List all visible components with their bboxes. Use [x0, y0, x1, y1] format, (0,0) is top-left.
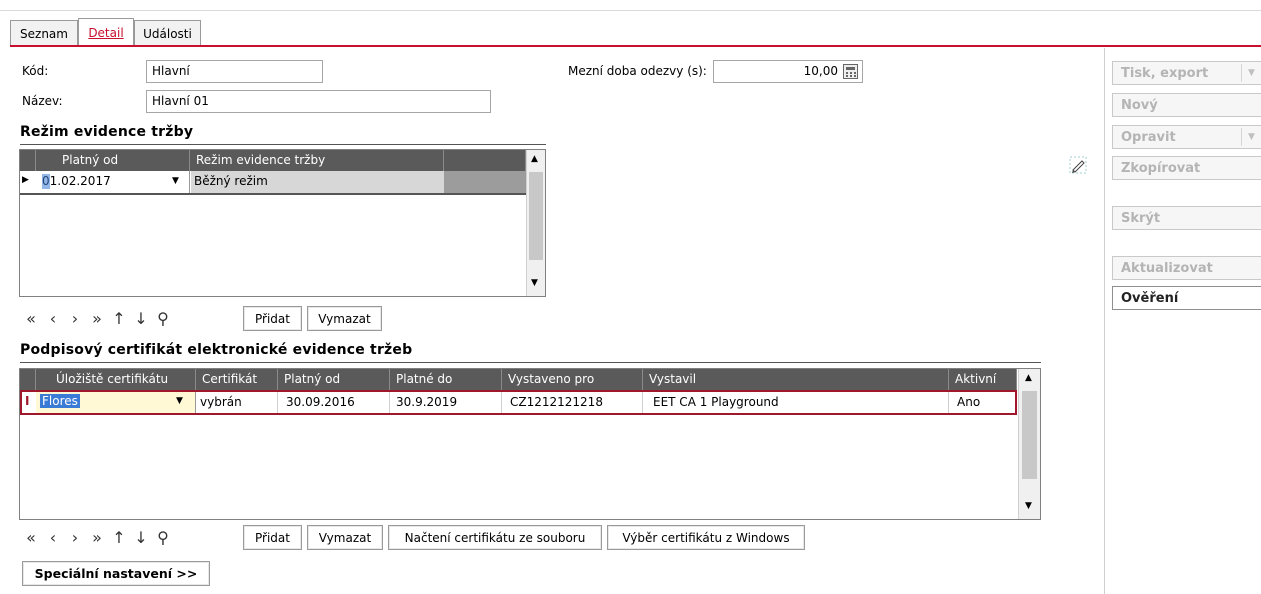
nazev-input[interactable]: Hlavní 01	[146, 90, 491, 113]
nacteni-certifikatu-button[interactable]: Načtení certifikátu ze souboru	[388, 525, 602, 550]
tisk-export-button: Tisk, export ▼	[1112, 61, 1261, 85]
certifikat-cell[interactable]: vybrán	[196, 392, 278, 413]
next-record-button[interactable]: ›	[64, 306, 86, 330]
table-row[interactable]: ▶ 01.02.2017 ▼ Běžný režim	[20, 171, 526, 195]
button-label: Tisk, export	[1121, 65, 1209, 81]
certifikat-vertical-scrollbar[interactable]: ▲ ▼	[1018, 369, 1040, 519]
right-panel-divider	[1104, 48, 1105, 594]
row-header-corner	[20, 150, 36, 171]
edit-pointer-icon: I	[25, 394, 30, 408]
search-icon[interactable]: ⚲	[152, 525, 174, 549]
move-down-button[interactable]: ↓	[130, 525, 152, 549]
uloziste-cell[interactable]: Flores ▼	[36, 392, 196, 413]
novy-button: Nový	[1112, 93, 1261, 117]
column-header-uloziste[interactable]: Úložiště certifikátu	[36, 369, 196, 390]
uloziste-value: Flores	[40, 394, 80, 408]
scroll-up-icon[interactable]: ▲	[531, 154, 538, 164]
scroll-up-icon[interactable]: ▲	[1025, 373, 1032, 383]
certifikat-pridat-button[interactable]: Přidat	[243, 525, 302, 550]
scrollbar-thumb[interactable]	[1022, 391, 1037, 479]
rezim-section-divider	[20, 144, 546, 145]
rezim-pridat-button[interactable]: Přidat	[243, 306, 302, 331]
prev-record-button[interactable]: ‹	[42, 525, 64, 549]
rezim-section-title: Režim evidence tržby	[20, 124, 194, 140]
tab-label: Události	[143, 26, 192, 41]
next-record-button[interactable]: ›	[64, 525, 86, 549]
calculator-icon[interactable]	[843, 64, 858, 79]
column-header-platne-do[interactable]: Platné do	[390, 369, 502, 390]
rezim-grid[interactable]: Platný od Režim evidence tržby ▶ 01.02.2…	[19, 149, 546, 297]
scroll-down-icon[interactable]: ▼	[531, 278, 538, 288]
row-header-corner	[20, 369, 36, 390]
window-top-border	[0, 10, 1261, 11]
aktivni-cell[interactable]: Ano	[949, 392, 1015, 413]
rezim-navigator: « ‹ › » ↑ ↓ ⚲	[20, 306, 174, 330]
column-header-rezim[interactable]: Režim evidence tržby	[190, 150, 444, 171]
certifikat-section-divider	[20, 362, 1041, 363]
tab-label: Detail	[88, 26, 124, 40]
opravit-button: Opravit ▼	[1112, 125, 1261, 149]
empty-cell	[444, 171, 526, 193]
first-record-button[interactable]: «	[20, 525, 42, 549]
vyber-certifikatu-button[interactable]: Výběr certifikátu z Windows	[607, 525, 805, 550]
platne-do-cell[interactable]: 30.9.2019	[390, 392, 502, 413]
move-up-button[interactable]: ↑	[108, 525, 130, 549]
dropdown-arrow-icon: ▼	[1241, 128, 1261, 146]
vystavil-cell[interactable]: EET CA 1 Playground	[643, 392, 949, 413]
kod-label: Kód:	[22, 64, 49, 78]
platny-od-value: 01.02.2017	[42, 174, 111, 188]
first-record-button[interactable]: «	[20, 306, 42, 330]
mezni-doba-value: 10,00	[803, 64, 838, 78]
prev-record-button[interactable]: ‹	[42, 306, 64, 330]
platny-od-cell[interactable]: 30.09.2016	[278, 392, 390, 413]
rezim-vymazat-button[interactable]: Vymazat	[307, 306, 382, 331]
record-pointer-icon: ▶	[22, 175, 29, 185]
table-row[interactable]: I Flores ▼ vybrán 30.09.2016 30.9.2019 C…	[20, 390, 1017, 415]
last-record-button[interactable]: »	[86, 525, 108, 549]
column-header-certifikat[interactable]: Certifikát	[196, 369, 278, 390]
tab-seznam[interactable]: Seznam	[10, 20, 78, 46]
tabstrip-divider	[10, 45, 1261, 47]
aktualizovat-button: Aktualizovat	[1112, 256, 1261, 280]
rezim-vertical-scrollbar[interactable]: ▲ ▼	[526, 150, 545, 296]
tab-detail[interactable]: Detail	[78, 18, 134, 47]
button-label: Opravit	[1121, 129, 1176, 145]
last-record-button[interactable]: »	[86, 306, 108, 330]
column-header-platny-od[interactable]: Platný od	[36, 150, 190, 171]
scrollbar-thumb[interactable]	[529, 172, 543, 260]
overeni-button[interactable]: Ověření	[1112, 286, 1261, 310]
column-header-vystavil[interactable]: Vystavil	[643, 369, 949, 390]
column-header-empty	[444, 150, 526, 171]
kod-input[interactable]: Hlavní	[146, 60, 323, 83]
move-up-button[interactable]: ↑	[108, 306, 130, 330]
certifikat-grid[interactable]: Úložiště certifikátu Certifikát Platný o…	[19, 368, 1041, 520]
search-icon[interactable]: ⚲	[152, 306, 174, 330]
column-header-platny-od[interactable]: Platný od	[278, 369, 390, 390]
platny-od-cell[interactable]: 01.02.2017 ▼	[36, 171, 190, 193]
vystaveno-pro-cell[interactable]: CZ1212121218	[502, 392, 643, 413]
pencil-icon[interactable]	[1069, 156, 1087, 174]
scroll-down-icon[interactable]: ▼	[1025, 501, 1032, 511]
tab-udalosti[interactable]: Události	[134, 20, 201, 46]
certifikat-section-title: Podpisový certifikát elektronické eviden…	[20, 342, 413, 358]
skryt-button: Skrýt	[1112, 206, 1261, 230]
mezni-doba-input[interactable]: 10,00	[713, 60, 863, 83]
move-down-button[interactable]: ↓	[130, 306, 152, 330]
column-header-aktivni[interactable]: Aktivní	[949, 369, 1017, 390]
certifikat-navigator: « ‹ › » ↑ ↓ ⚲	[20, 525, 174, 549]
mezni-doba-label: Mezní doba odezvy (s):	[568, 64, 707, 78]
specialni-nastaveni-button[interactable]: Speciální nastavení >>	[22, 561, 210, 586]
dropdown-arrow-icon[interactable]: ▼	[176, 396, 183, 406]
tab-label: Seznam	[20, 26, 68, 41]
nazev-label: Název:	[22, 94, 63, 108]
zkopirovat-button: Zkopírovat	[1112, 156, 1261, 180]
column-header-vystaveno-pro[interactable]: Vystaveno pro	[502, 369, 643, 390]
text-caret-selection	[42, 174, 50, 189]
certifikat-vymazat-button[interactable]: Vymazat	[307, 525, 383, 550]
dropdown-arrow-icon[interactable]: ▼	[172, 176, 179, 186]
dropdown-arrow-icon: ▼	[1241, 64, 1261, 82]
rezim-cell[interactable]: Běžný režim	[191, 171, 444, 193]
